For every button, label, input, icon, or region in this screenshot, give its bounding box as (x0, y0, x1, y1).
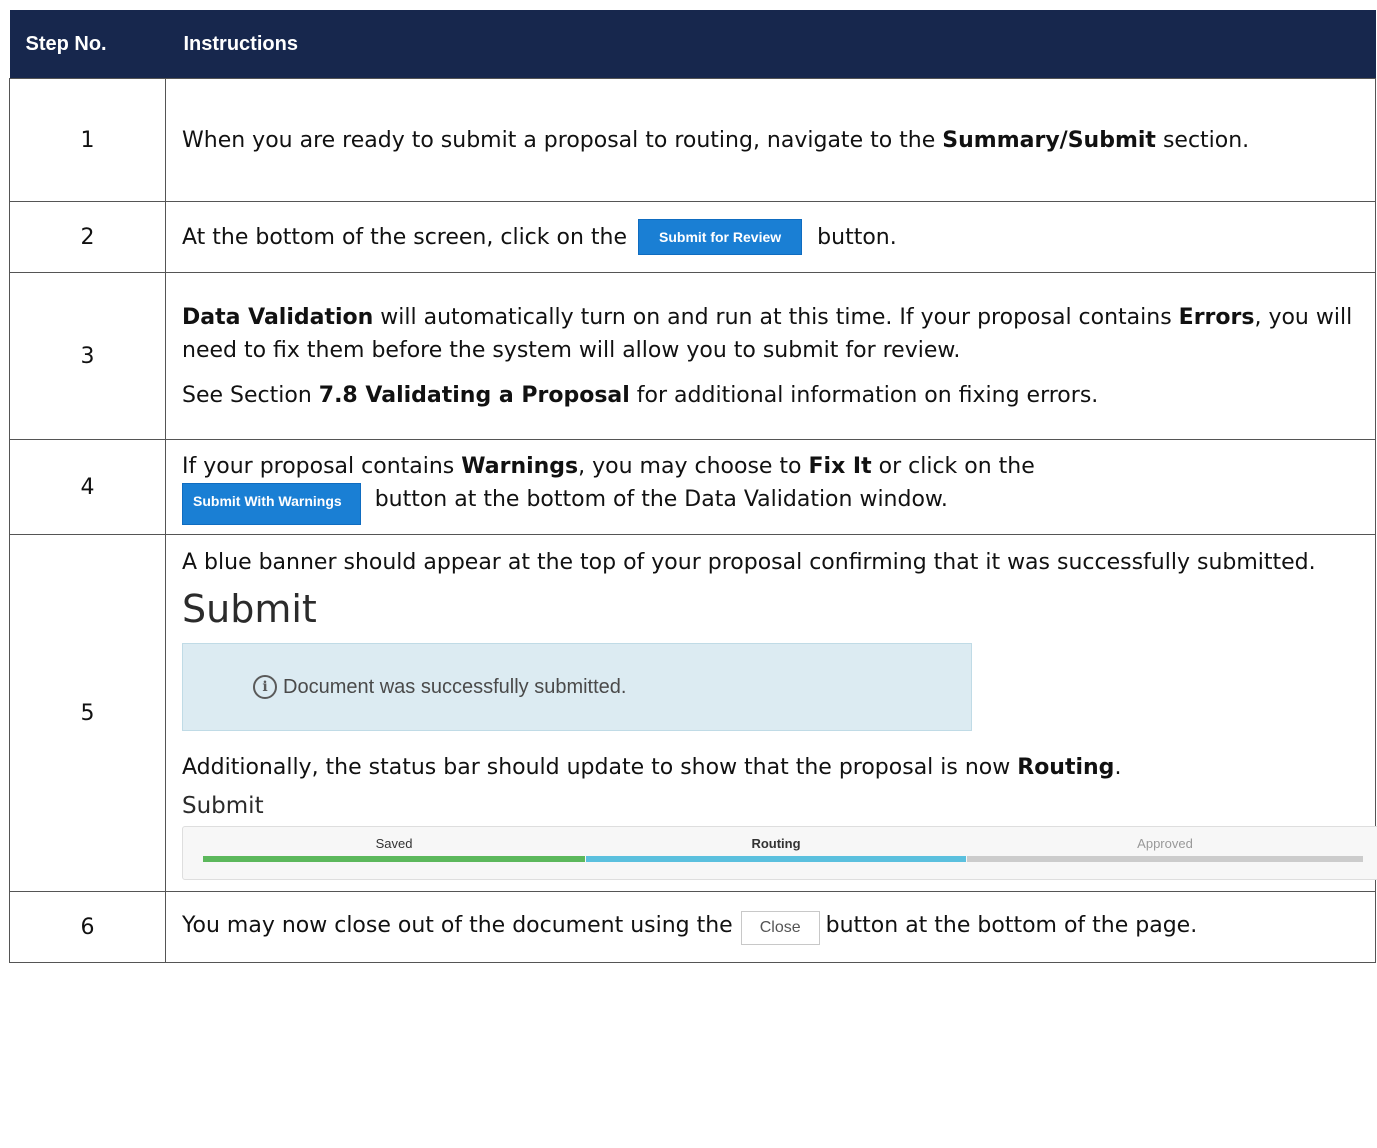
instruction-text: , you may choose to (578, 453, 809, 479)
instruction-bold: Routing (1017, 755, 1115, 780)
instruction-text: section. (1155, 127, 1250, 153)
step-instruction: If your proposal contains Warnings, you … (165, 439, 1376, 535)
step-number: 5 (9, 534, 166, 892)
step-number: 2 (9, 201, 166, 273)
instruction-text: If your proposal contains (182, 453, 462, 479)
step-number-header: Step No. (9, 10, 166, 79)
table-row: 4 If your proposal contains Warnings, yo… (9, 439, 1376, 535)
step-instruction: You may now close out of the document us… (165, 891, 1376, 963)
status-progress-saved (203, 856, 585, 862)
table-row: 1 When you are ready to submit a proposa… (9, 78, 1376, 202)
instruction-bold: Summary/Submit (942, 127, 1156, 153)
instruction-bold: Fix It (808, 453, 872, 479)
step-instruction: A blue banner should appear at the top o… (165, 534, 1377, 892)
table-header-row: Step No. Instructions (9, 10, 1376, 79)
instructions-header: Instructions (165, 10, 1376, 79)
instruction-text: will automatically turn on and run at th… (373, 304, 1179, 330)
instruction-text: for additional information on fixing err… (629, 382, 1099, 408)
instruction-text: button at the bottom of the page. (825, 913, 1198, 938)
instruction-text: At the bottom of the screen, click on th… (182, 225, 628, 250)
status-step-routing: Routing (586, 827, 966, 881)
instruction-text: or click on the (871, 453, 1035, 479)
success-banner: i Document was successfully submitted. (182, 643, 972, 731)
status-step-approved: Approved (967, 827, 1363, 881)
table-row: 6 You may now close out of the document … (9, 891, 1376, 963)
step-instruction: When you are ready to submit a proposal … (165, 78, 1376, 202)
step-number: 6 (9, 891, 166, 963)
status-progress-approved (967, 856, 1363, 862)
banner-message: Document was successfully submitted. (283, 675, 627, 698)
step-number: 3 (9, 272, 166, 440)
table-row: 5 A blue banner should appear at the top… (9, 534, 1377, 892)
submit-page-heading: Submit (182, 587, 317, 631)
instruction-text: button. (817, 225, 897, 250)
info-icon: i (253, 675, 277, 699)
instruction-bold: Data Validation (182, 304, 374, 330)
status-step-saved: Saved (203, 827, 585, 881)
status-progress-routing (586, 856, 966, 862)
status-bar: Saved Routing Approved (182, 826, 1377, 880)
section-reference: 7.8 Validating a Proposal (318, 382, 630, 408)
instruction-text: . (1114, 755, 1122, 780)
instruction-text: Additionally, the status bar should upda… (182, 755, 1018, 780)
step-number: 4 (9, 439, 166, 535)
step-instruction: At the bottom of the screen, click on th… (165, 201, 1376, 273)
status-label-saved: Saved (375, 836, 413, 851)
submit-for-review-button[interactable]: Submit for Review (638, 219, 803, 255)
table-row: 2 At the bottom of the screen, click on … (9, 201, 1376, 273)
instructions-table: Step No. Instructions 1 When you are rea… (9, 10, 1377, 963)
close-button[interactable]: Close (740, 911, 820, 945)
status-label-routing: Routing (751, 836, 801, 851)
step-instruction: Data Validation will automatically turn … (165, 272, 1376, 440)
table-row: 3 Data Validation will automatically tur… (9, 272, 1376, 440)
instruction-text: You may now close out of the document us… (182, 913, 733, 938)
instruction-bold: Errors (1178, 304, 1255, 330)
instruction-text: When you are ready to submit a proposal … (182, 127, 943, 153)
instruction-text: A blue banner should appear at the top o… (182, 550, 1316, 575)
instruction-text: button at the bottom of the Data Validat… (374, 486, 948, 512)
step-number: 1 (9, 78, 166, 202)
status-heading: Submit (182, 793, 264, 819)
status-label-approved: Approved (1137, 836, 1193, 851)
instruction-text: See Section (182, 382, 319, 408)
submit-with-warnings-button[interactable]: Submit With Warnings (182, 482, 361, 525)
instruction-bold: Warnings (461, 453, 579, 479)
